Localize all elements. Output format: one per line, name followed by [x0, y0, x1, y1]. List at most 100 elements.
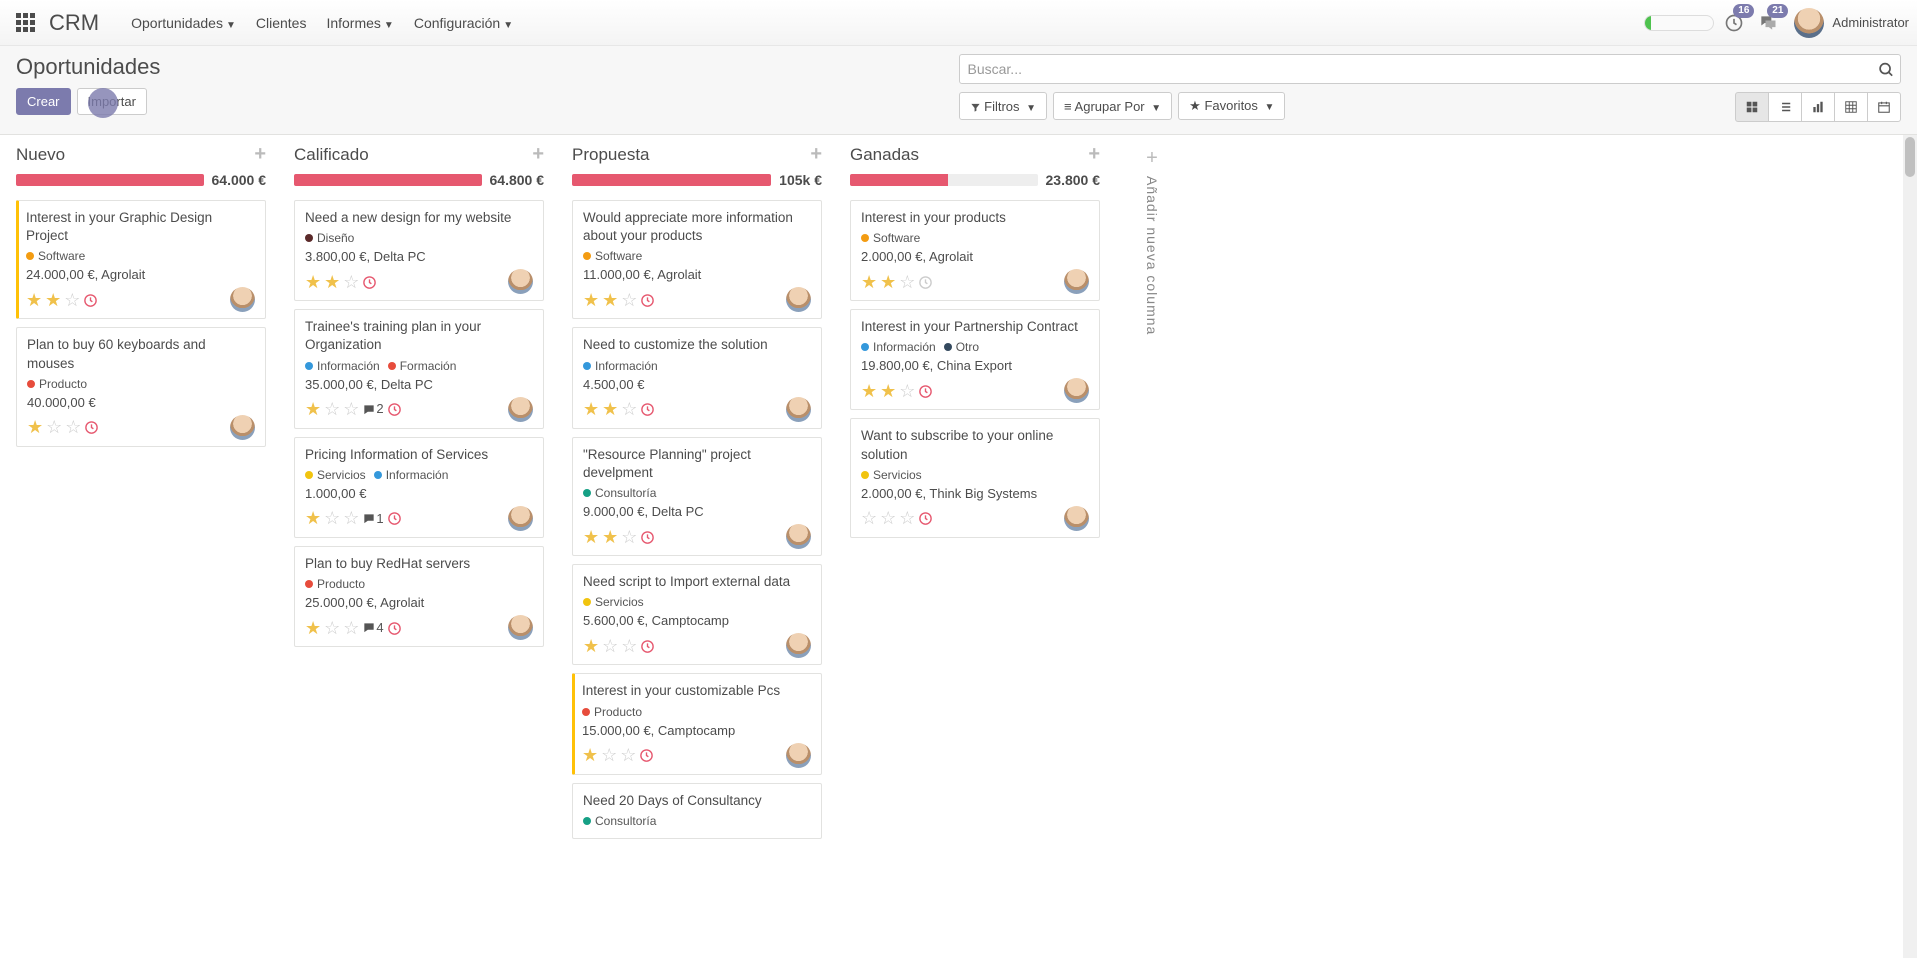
tag[interactable]: Software: [26, 249, 85, 263]
nav-link-oportunidades[interactable]: Oportunidades▼: [121, 15, 246, 31]
column-title[interactable]: Ganadas: [850, 145, 919, 165]
star-icon[interactable]: ★: [602, 400, 618, 418]
clock-icon[interactable]: [387, 401, 402, 418]
column-title[interactable]: Nuevo: [16, 145, 65, 165]
assignee-avatar[interactable]: [1064, 269, 1089, 294]
star-icon[interactable]: ☆: [899, 509, 915, 527]
tag[interactable]: Software: [583, 249, 642, 263]
favorites-button[interactable]: ★ Favoritos ▼: [1178, 92, 1285, 120]
graph-view-button[interactable]: [1801, 92, 1835, 122]
star-icon[interactable]: ☆: [621, 400, 637, 418]
clock-icon[interactable]: [83, 291, 98, 308]
star-icon[interactable]: ★: [305, 619, 321, 637]
assignee-avatar[interactable]: [508, 615, 533, 640]
tag[interactable]: Información: [374, 468, 449, 482]
tag[interactable]: Servicios: [583, 595, 644, 609]
clock-icon[interactable]: [640, 401, 655, 418]
star-icon[interactable]: ☆: [324, 400, 340, 418]
kanban-card[interactable]: Want to subscribe to your online solutio…: [850, 418, 1100, 537]
star-icon[interactable]: ☆: [621, 291, 637, 309]
star-icon[interactable]: ★: [305, 273, 321, 291]
create-button[interactable]: Crear: [16, 88, 71, 115]
column-title[interactable]: Propuesta: [572, 145, 650, 165]
kanban-card[interactable]: Interest in your Partnership ContractInf…: [850, 309, 1100, 410]
column-add-icon[interactable]: +: [1088, 143, 1100, 166]
star-icon[interactable]: ★: [45, 291, 61, 309]
add-column-button[interactable]: +Añadir nueva columna: [1128, 143, 1176, 335]
star-icon[interactable]: ☆: [343, 619, 359, 637]
tag[interactable]: Producto: [27, 377, 87, 391]
tag[interactable]: Software: [861, 231, 920, 245]
assignee-avatar[interactable]: [230, 415, 255, 440]
tag[interactable]: Producto: [305, 577, 365, 591]
assignee-avatar[interactable]: [1064, 378, 1089, 403]
tag[interactable]: Consultoría: [583, 486, 656, 500]
assignee-avatar[interactable]: [786, 524, 811, 549]
kanban-card[interactable]: Pricing Information of ServicesServicios…: [294, 437, 544, 538]
message-count[interactable]: 1: [362, 511, 383, 527]
list-view-button[interactable]: [1768, 92, 1802, 122]
kanban-card[interactable]: Plan to buy 60 keyboards and mousesProdu…: [16, 327, 266, 446]
tag[interactable]: Información: [861, 340, 936, 354]
scrollbar[interactable]: [1903, 135, 1917, 958]
star-icon[interactable]: ★: [305, 400, 321, 418]
kanban-card[interactable]: Need 20 Days of ConsultancyConsultoría: [572, 783, 822, 839]
kanban-card[interactable]: Interest in your productsSoftware2.000,0…: [850, 200, 1100, 301]
star-icon[interactable]: ☆: [324, 509, 340, 527]
star-icon[interactable]: ☆: [343, 509, 359, 527]
star-icon[interactable]: ☆: [899, 273, 915, 291]
star-icon[interactable]: ★: [305, 509, 321, 527]
kanban-card[interactable]: Trainee's training plan in your Organiza…: [294, 309, 544, 428]
star-icon[interactable]: ☆: [620, 746, 636, 764]
star-icon[interactable]: ★: [324, 273, 340, 291]
calendar-view-button[interactable]: [1867, 92, 1901, 122]
tag[interactable]: Otro: [944, 340, 979, 354]
star-icon[interactable]: ☆: [880, 509, 896, 527]
star-icon[interactable]: ☆: [861, 509, 877, 527]
nav-link-configuración[interactable]: Configuración▼: [404, 15, 523, 31]
star-icon[interactable]: ☆: [64, 291, 80, 309]
star-icon[interactable]: ☆: [602, 637, 618, 655]
tag[interactable]: Formación: [388, 359, 457, 373]
clock-icon[interactable]: [918, 510, 933, 527]
star-icon[interactable]: ★: [583, 291, 599, 309]
messages-icon[interactable]: 21: [1758, 12, 1778, 33]
clock-icon[interactable]: [918, 273, 933, 290]
clock-icon[interactable]: [387, 510, 402, 527]
star-icon[interactable]: ☆: [601, 746, 617, 764]
star-icon[interactable]: ★: [602, 528, 618, 546]
assignee-avatar[interactable]: [508, 397, 533, 422]
pivot-view-button[interactable]: [1834, 92, 1868, 122]
star-icon[interactable]: ★: [861, 273, 877, 291]
clock-icon[interactable]: [640, 291, 655, 308]
assignee-avatar[interactable]: [786, 287, 811, 312]
kanban-card[interactable]: Plan to buy RedHat serversProducto25.000…: [294, 546, 544, 647]
star-icon[interactable]: ★: [880, 382, 896, 400]
kanban-card[interactable]: Need to customize the solutionInformació…: [572, 327, 822, 428]
clock-icon[interactable]: [640, 637, 655, 654]
star-icon[interactable]: ☆: [65, 418, 81, 436]
column-add-icon[interactable]: +: [532, 143, 544, 166]
assignee-avatar[interactable]: [786, 397, 811, 422]
kanban-card[interactable]: "Resource Planning" project develpmentCo…: [572, 437, 822, 556]
tag[interactable]: Producto: [582, 705, 642, 719]
assignee-avatar[interactable]: [786, 633, 811, 658]
message-count[interactable]: 4: [362, 620, 383, 636]
column-add-icon[interactable]: +: [810, 143, 822, 166]
app-brand[interactable]: CRM: [49, 10, 99, 36]
star-icon[interactable]: ★: [582, 746, 598, 764]
column-progress[interactable]: [16, 174, 204, 186]
kanban-card[interactable]: Interest in your customizable PcsProduct…: [572, 673, 822, 774]
star-icon[interactable]: ☆: [343, 273, 359, 291]
star-icon[interactable]: ☆: [343, 400, 359, 418]
star-icon[interactable]: ★: [583, 528, 599, 546]
groupby-button[interactable]: ≡ Agrupar Por ▼: [1053, 92, 1172, 120]
star-icon[interactable]: ★: [583, 637, 599, 655]
assignee-avatar[interactable]: [1064, 506, 1089, 531]
kanban-card[interactable]: Need script to Import external dataServi…: [572, 564, 822, 665]
star-icon[interactable]: ★: [602, 291, 618, 309]
star-icon[interactable]: ★: [861, 382, 877, 400]
assignee-avatar[interactable]: [508, 506, 533, 531]
tag[interactable]: Información: [583, 359, 658, 373]
star-icon[interactable]: ☆: [621, 528, 637, 546]
